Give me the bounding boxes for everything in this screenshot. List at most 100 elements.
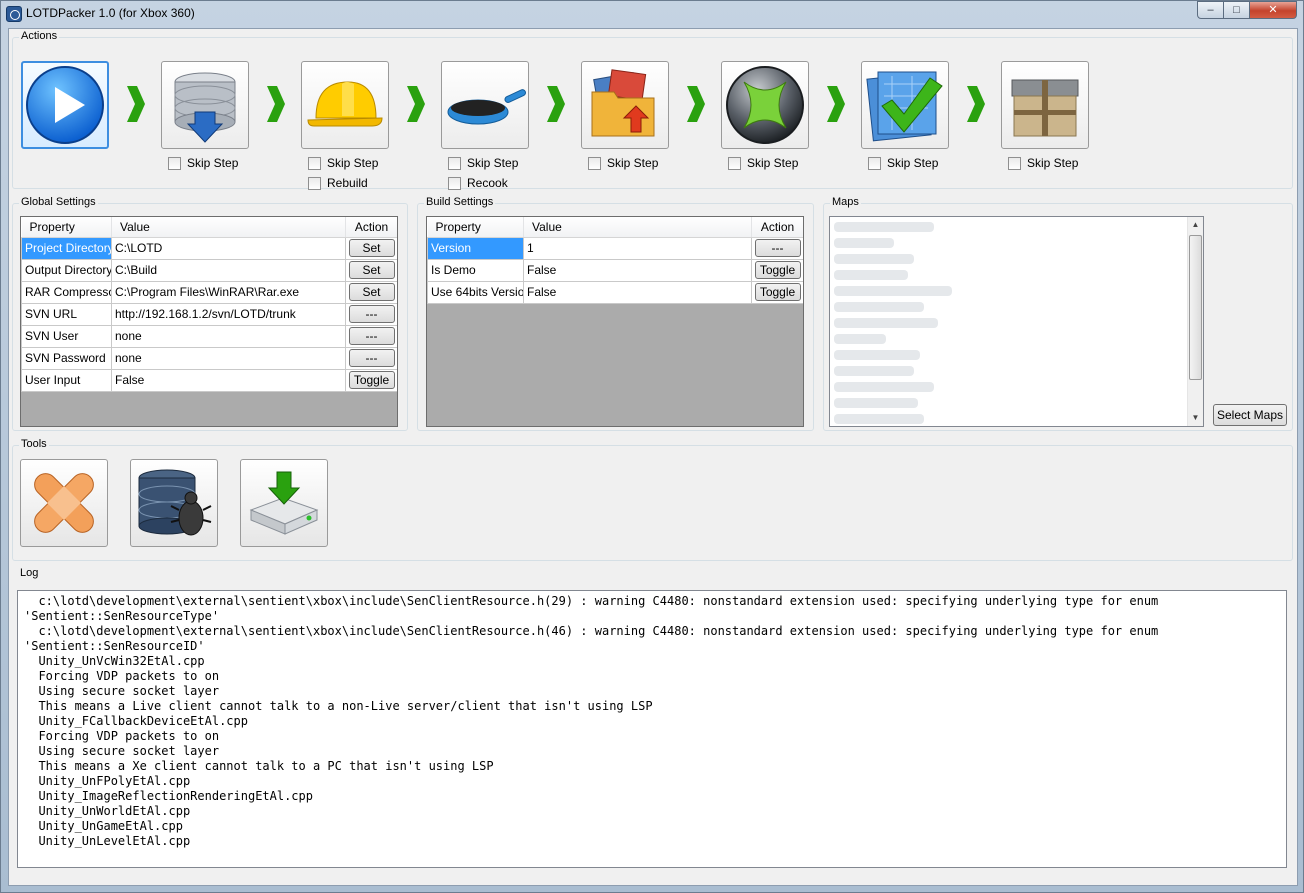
property-cell[interactable]: User Input <box>21 368 112 392</box>
checkbox-box[interactable] <box>868 156 881 170</box>
map-list-item[interactable] <box>834 238 894 248</box>
table-row[interactable]: RAR Compressor C:\Program Files\WinRAR\R… <box>21 280 397 304</box>
skip-step-checkbox[interactable]: Skip Step <box>448 156 518 170</box>
column-header-action[interactable]: Action <box>345 217 397 238</box>
map-list-item[interactable] <box>834 398 918 408</box>
value-cell[interactable]: C:\LOTD <box>111 236 346 260</box>
set-button[interactable]: Set <box>348 239 395 257</box>
map-list-item[interactable] <box>834 382 934 392</box>
rebuild-checkbox[interactable]: Rebuild <box>308 176 368 190</box>
scrollbar-thumb[interactable] <box>1189 235 1202 380</box>
action-button[interactable]: --- <box>348 305 395 323</box>
map-list-item[interactable] <box>834 222 934 232</box>
table-row[interactable]: Version 1 --- <box>427 236 803 260</box>
maps-listbox[interactable]: ▲ ▼ <box>829 216 1204 427</box>
map-list-item[interactable] <box>834 254 914 264</box>
map-list-item[interactable] <box>834 286 952 296</box>
minimize-button[interactable]: – <box>1197 1 1224 19</box>
column-header-property[interactable]: Property <box>427 217 524 238</box>
step-5-button[interactable] <box>581 61 669 149</box>
table-row[interactable]: SVN User none --- <box>21 324 397 348</box>
value-cell[interactable]: False <box>523 258 752 282</box>
run-button[interactable] <box>21 61 109 149</box>
recook-checkbox[interactable]: Recook <box>448 176 508 190</box>
property-cell[interactable]: Project Directory <box>21 236 112 260</box>
column-header-value[interactable]: Value <box>523 217 752 238</box>
title-bar[interactable]: LOTDPacker 1.0 (for Xbox 360) – □ ✕ <box>1 1 1303 27</box>
property-cell[interactable]: Version <box>427 236 524 260</box>
checkbox-box[interactable] <box>1008 156 1021 170</box>
step-6-button[interactable] <box>721 61 809 149</box>
app-icon[interactable] <box>6 6 22 22</box>
property-cell[interactable]: Is Demo <box>427 258 524 282</box>
checkbox-box[interactable] <box>448 156 461 170</box>
set-button[interactable]: Set <box>348 261 395 279</box>
map-list-item[interactable] <box>834 318 938 328</box>
skip-step-checkbox[interactable]: Skip Step <box>168 156 238 170</box>
value-cell[interactable]: C:\Program Files\WinRAR\Rar.exe <box>111 280 346 304</box>
skip-step-checkbox[interactable]: Skip Step <box>1008 156 1078 170</box>
checkbox-box[interactable] <box>308 176 321 190</box>
tool-install-button[interactable] <box>240 459 328 547</box>
table-row[interactable]: User Input False Toggle <box>21 368 397 392</box>
maps-scrollbar[interactable]: ▲ ▼ <box>1187 217 1203 426</box>
property-cell[interactable]: SVN User <box>21 324 112 348</box>
tool-fix-button[interactable] <box>20 459 108 547</box>
column-header-value[interactable]: Value <box>111 217 346 238</box>
step-8-button[interactable] <box>1001 61 1089 149</box>
checkbox-box[interactable] <box>728 156 741 170</box>
property-cell[interactable]: Use 64bits Version <box>427 280 524 304</box>
table-row[interactable]: SVN URL http://192.168.1.2/svn/LOTD/trun… <box>21 302 397 326</box>
action-button[interactable]: --- <box>348 349 395 367</box>
property-cell[interactable]: SVN URL <box>21 302 112 326</box>
maximize-button[interactable]: □ <box>1223 1 1250 19</box>
select-maps-button[interactable]: Select Maps <box>1213 404 1287 426</box>
property-cell[interactable]: RAR Compressor <box>21 280 112 304</box>
property-cell[interactable]: SVN Password <box>21 346 112 370</box>
scroll-down-icon[interactable]: ▼ <box>1188 410 1203 426</box>
toggle-button[interactable]: Toggle <box>754 283 801 301</box>
step-4-button[interactable] <box>441 61 529 149</box>
step-3-button[interactable] <box>301 61 389 149</box>
value-cell[interactable]: False <box>111 368 346 392</box>
map-list-item[interactable] <box>834 302 924 312</box>
table-row[interactable]: Project Directory C:\LOTD Set <box>21 236 397 260</box>
table-row[interactable]: SVN Password none --- <box>21 346 397 370</box>
value-cell[interactable]: C:\Build <box>111 258 346 282</box>
scroll-up-icon[interactable]: ▲ <box>1188 217 1203 233</box>
skip-step-checkbox[interactable]: Skip Step <box>588 156 658 170</box>
close-button[interactable]: ✕ <box>1249 1 1297 19</box>
step-2-button[interactable] <box>161 61 249 149</box>
checkbox-box[interactable] <box>588 156 601 170</box>
map-list-item[interactable] <box>834 414 924 424</box>
checkbox-box[interactable] <box>448 176 461 190</box>
value-cell[interactable]: none <box>111 324 346 348</box>
column-header-property[interactable]: Property <box>21 217 112 238</box>
map-list-item[interactable] <box>834 270 908 280</box>
value-cell[interactable]: http://192.168.1.2/svn/LOTD/trunk <box>111 302 346 326</box>
set-button[interactable]: Set <box>348 283 395 301</box>
map-list-item[interactable] <box>834 350 920 360</box>
log-output[interactable]: c:\lotd\development\external\sentient\xb… <box>17 590 1287 868</box>
column-header-action[interactable]: Action <box>751 217 803 238</box>
value-cell[interactable]: 1 <box>523 236 752 260</box>
step-7-button[interactable] <box>861 61 949 149</box>
checkbox-box[interactable] <box>308 156 321 170</box>
table-row[interactable]: Is Demo False Toggle <box>427 258 803 282</box>
value-cell[interactable]: False <box>523 280 752 304</box>
table-row[interactable]: Output Directory C:\Build Set <box>21 258 397 282</box>
skip-step-checkbox[interactable]: Skip Step <box>308 156 378 170</box>
map-list-item[interactable] <box>834 366 914 376</box>
property-cell[interactable]: Output Directory <box>21 258 112 282</box>
action-button[interactable]: --- <box>754 239 801 257</box>
value-cell[interactable]: none <box>111 346 346 370</box>
action-button[interactable]: --- <box>348 327 395 345</box>
checkbox-box[interactable] <box>168 156 181 170</box>
map-list-item[interactable] <box>834 334 886 344</box>
tool-debug-button[interactable] <box>130 459 218 547</box>
toggle-button[interactable]: Toggle <box>754 261 801 279</box>
toggle-button[interactable]: Toggle <box>348 371 395 389</box>
table-row[interactable]: Use 64bits Version False Toggle <box>427 280 803 304</box>
skip-step-checkbox[interactable]: Skip Step <box>728 156 798 170</box>
skip-step-checkbox[interactable]: Skip Step <box>868 156 938 170</box>
